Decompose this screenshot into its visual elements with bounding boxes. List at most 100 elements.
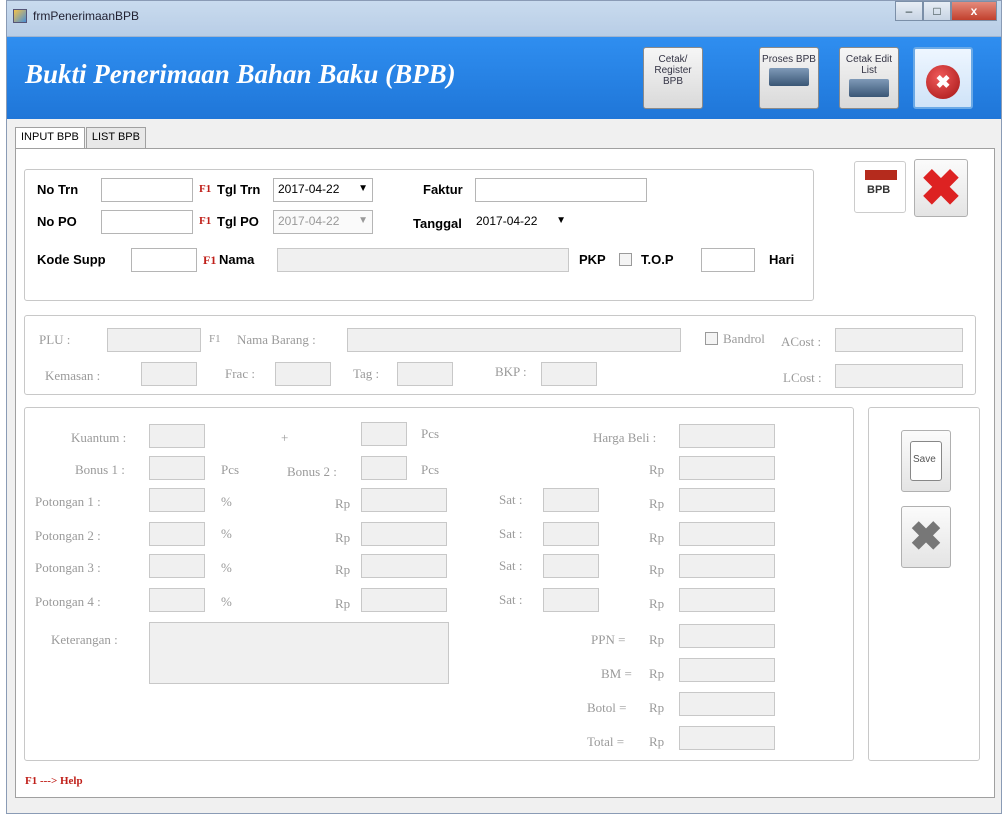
potongan4-pct-label: % bbox=[221, 594, 232, 609]
botol-rp-label: Rp bbox=[649, 700, 665, 715]
tab-panel-input-bpb: No Trn F1 Tgl Trn 2017-04-22 ▼ Faktur No … bbox=[15, 148, 995, 798]
potongan3-total-rp-label: Rp bbox=[649, 562, 665, 577]
maximize-button[interactable]: □ bbox=[923, 1, 951, 21]
minimize-button[interactable]: – bbox=[895, 1, 923, 21]
tgl-trn-datepicker[interactable]: 2017-04-22 ▼ bbox=[273, 178, 373, 202]
no-po-input[interactable] bbox=[101, 210, 193, 234]
transaction-header-group: No Trn F1 Tgl Trn 2017-04-22 ▼ Faktur No … bbox=[24, 169, 814, 301]
potongan1-rp-label: Rp bbox=[335, 496, 351, 511]
proses-icon bbox=[769, 68, 809, 86]
print-icon bbox=[849, 79, 889, 97]
total-rp-label: Rp bbox=[649, 734, 665, 749]
bm-rp-label: Rp bbox=[649, 666, 665, 681]
harga-beli-field bbox=[679, 424, 775, 448]
no-po-label: No PO bbox=[37, 214, 77, 229]
chevron-down-icon: ▼ bbox=[358, 183, 368, 194]
potongan2-total-rp-label: Rp bbox=[649, 530, 665, 545]
plu-label: PLU : bbox=[39, 332, 71, 347]
kuantum-pcs-field bbox=[361, 422, 407, 446]
plu-f1-hint: F1 bbox=[209, 333, 221, 345]
cancel-transaction-button[interactable]: ✖ bbox=[914, 159, 968, 217]
kuantum-field bbox=[149, 424, 205, 448]
cetak-register-bpb-button[interactable]: Cetak/ Register BPB bbox=[643, 47, 703, 109]
kode-supp-input[interactable] bbox=[131, 248, 197, 272]
frac-field bbox=[275, 362, 331, 386]
ppn-rp-label: Rp bbox=[649, 632, 665, 647]
tgl-po-datepicker: 2017-04-22 ▼ bbox=[273, 210, 373, 234]
top-input[interactable] bbox=[701, 248, 755, 272]
tanggal-label: Tanggal bbox=[413, 216, 462, 231]
potongan1-sat-field bbox=[543, 488, 599, 512]
lcost-label: LCost : bbox=[783, 370, 822, 385]
tab-list-bpb[interactable]: LIST BPB bbox=[85, 127, 146, 149]
chevron-down-icon: ▼ bbox=[556, 215, 566, 226]
botol-label: Botol = bbox=[587, 700, 627, 715]
close-circle-icon: ✖ bbox=[926, 65, 960, 99]
tab-input-bpb[interactable]: INPUT BPB bbox=[15, 127, 85, 149]
kode-supp-label: Kode Supp bbox=[37, 252, 106, 267]
bonus2-label: Bonus 2 : bbox=[287, 464, 337, 479]
nama-barang-field bbox=[347, 328, 681, 352]
tanggal-datepicker[interactable]: 2017-04-22 ▼ bbox=[471, 210, 571, 234]
no-po-f1-hint: F1 bbox=[199, 215, 212, 227]
bpb-label: BPB bbox=[867, 184, 891, 196]
cancel-button[interactable]: ✖ bbox=[901, 506, 951, 568]
tgl-trn-value: 2017-04-22 bbox=[278, 182, 340, 196]
item-group: PLU : F1 Nama Barang : Bandrol ACost : K… bbox=[24, 315, 976, 395]
plu-input bbox=[107, 328, 201, 352]
tgl-po-value: 2017-04-22 bbox=[278, 214, 340, 228]
close-icon: ✖ bbox=[920, 160, 962, 216]
potongan4-label: Potongan 4 : bbox=[35, 594, 101, 609]
potongan1-label: Potongan 1 : bbox=[35, 494, 101, 509]
bm-label: BM = bbox=[601, 666, 632, 681]
kuantum-label: Kuantum : bbox=[71, 430, 127, 445]
potongan3-sat-field bbox=[543, 554, 599, 578]
harga-rp-field bbox=[679, 456, 775, 480]
bpb-button[interactable]: BPB bbox=[854, 161, 906, 213]
no-trn-input[interactable] bbox=[101, 178, 193, 202]
tgl-trn-label: Tgl Trn bbox=[217, 182, 261, 197]
keterangan-field bbox=[149, 622, 449, 684]
faktur-input[interactable] bbox=[475, 178, 647, 202]
potongan3-pct-label: % bbox=[221, 560, 232, 575]
window-title: frmPenerimaanBPB bbox=[33, 9, 140, 23]
keterangan-label: Keterangan : bbox=[51, 632, 118, 647]
proses-bpb-button[interactable]: Proses BPB bbox=[759, 47, 819, 109]
potongan4-sat-label: Sat : bbox=[499, 592, 523, 607]
potongan3-pct-field bbox=[149, 554, 205, 578]
kode-supp-f1-hint: F1 bbox=[203, 253, 217, 267]
action-group: Save ✖ bbox=[868, 407, 980, 761]
ppn-field bbox=[679, 624, 775, 648]
potongan1-rp-field bbox=[361, 488, 447, 512]
frac-label: Frac : bbox=[225, 366, 255, 381]
window-close-button[interactable]: x bbox=[951, 1, 997, 21]
potongan2-pct-field bbox=[149, 522, 205, 546]
title-bar: frmPenerimaanBPB – □ x bbox=[7, 1, 1001, 37]
potongan1-pct-field bbox=[149, 488, 205, 512]
pkp-checkbox[interactable] bbox=[619, 253, 632, 266]
botol-field bbox=[679, 692, 775, 716]
tanggal-value: 2017-04-22 bbox=[476, 214, 538, 228]
proses-bpb-label: Proses BPB bbox=[762, 54, 816, 65]
cetak-edit-list-label: Cetak Edit List bbox=[845, 54, 893, 76]
close-icon: ✖ bbox=[909, 515, 943, 559]
potongan2-sat-field bbox=[543, 522, 599, 546]
bm-field bbox=[679, 658, 775, 682]
save-button[interactable]: Save bbox=[901, 430, 951, 492]
harga-rp-label: Rp bbox=[649, 462, 665, 477]
bonus2-pcs-label: Pcs bbox=[421, 462, 440, 477]
plus-sign: + bbox=[281, 430, 289, 445]
cetak-edit-list-button[interactable]: Cetak Edit List bbox=[839, 47, 899, 109]
total-field bbox=[679, 726, 775, 750]
chevron-down-icon: ▼ bbox=[358, 215, 368, 226]
form-header: Bukti Penerimaan Bahan Baku (BPB) Cetak/… bbox=[7, 37, 1001, 119]
bonus1-pcs-label: Pcs bbox=[221, 462, 240, 477]
application-window: frmPenerimaanBPB – □ x Bukti Penerimaan … bbox=[6, 0, 1002, 814]
pkp-label: PKP bbox=[579, 252, 606, 267]
exit-button[interactable]: ✖ bbox=[913, 47, 973, 109]
bandrol-checkbox bbox=[705, 332, 718, 345]
nama-supplier-field bbox=[277, 248, 569, 272]
bonus1-field bbox=[149, 456, 205, 480]
ppn-label: PPN = bbox=[591, 632, 626, 647]
kemasan-label: Kemasan : bbox=[45, 368, 101, 383]
